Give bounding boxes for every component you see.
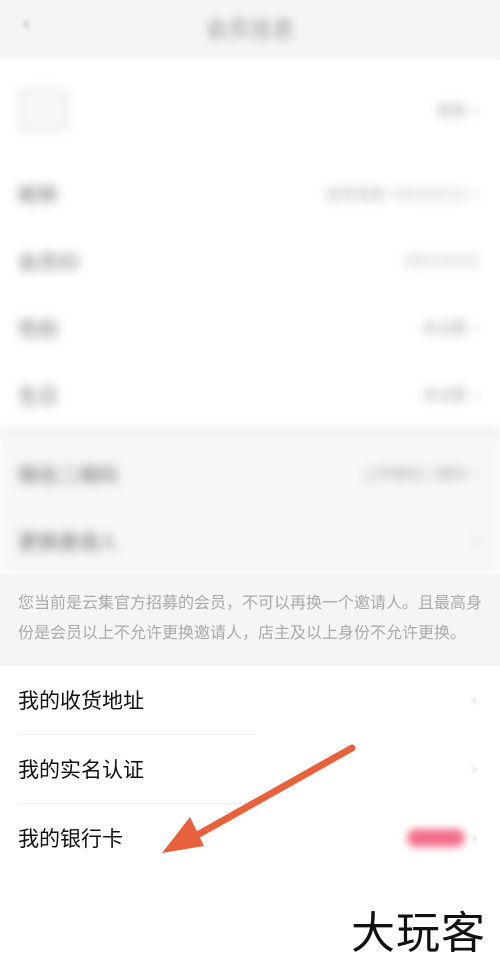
watermark-logo: 大玩客 bbox=[351, 908, 486, 959]
avatar-row[interactable]: 更换 › bbox=[0, 60, 500, 160]
chevron-right-icon: › bbox=[472, 99, 480, 121]
chevron-right-icon: › bbox=[470, 689, 478, 711]
gender-value: 未设置 bbox=[421, 319, 467, 337]
chevron-right-icon: › bbox=[472, 384, 480, 405]
chevron-right-icon: › bbox=[472, 183, 480, 204]
nickname-row[interactable]: 昵称 会员信息 15111111 › bbox=[0, 160, 500, 227]
gender-label: 性别 bbox=[18, 317, 58, 341]
inviter-notice: 您当前是云集官方招募的会员，不可以再换一个邀请人。且最高身份是会员以上不允许更换… bbox=[0, 574, 500, 666]
menu-item-shipping-address[interactable]: 我的收货地址 › bbox=[0, 666, 500, 734]
menu-item-real-name-verification[interactable]: 我的实名认证 › bbox=[0, 735, 500, 803]
member-id-value: 15111111 bbox=[403, 251, 480, 270]
birthday-row[interactable]: 生日 未设置 › bbox=[0, 361, 500, 428]
wechat-qr-value: 上传微信二维码 bbox=[361, 465, 467, 483]
section-gap bbox=[0, 428, 500, 440]
chevron-right-icon: › bbox=[470, 827, 478, 849]
birthday-value: 未设置 bbox=[421, 386, 467, 404]
top-bar: ‹ 会员信息 bbox=[0, 0, 500, 60]
member-id-row: 会员ID 15111111 bbox=[0, 227, 500, 294]
chevron-right-icon: › bbox=[470, 758, 478, 780]
nickname-label: 昵称 bbox=[18, 183, 58, 207]
change-inviter-row[interactable]: 更换邀请人 › bbox=[0, 507, 500, 574]
page-title: 会员信息 bbox=[205, 18, 294, 43]
profile-section: 更换 › 昵称 会员信息 15111111 › 会员ID 15111111 性别… bbox=[0, 60, 500, 428]
chevron-right-icon: › bbox=[472, 463, 480, 484]
change-inviter-label: 更换邀请人 bbox=[18, 530, 118, 554]
avatar-change-text: 更换 bbox=[436, 101, 467, 120]
menu-item-bank-card[interactable]: 我的银行卡 › bbox=[0, 804, 500, 872]
avatar bbox=[18, 88, 68, 132]
wechat-qr-row[interactable]: 微信二维码 上传微信二维码 › bbox=[0, 440, 500, 507]
wechat-qr-label: 微信二维码 bbox=[18, 463, 118, 487]
menu-item-label: 我的银行卡 bbox=[18, 827, 123, 851]
gender-row[interactable]: 性别 未设置 › bbox=[0, 294, 500, 361]
account-section: 微信二维码 上传微信二维码 › 更换邀请人 › bbox=[0, 440, 500, 574]
menu-item-label: 我的实名认证 bbox=[18, 758, 144, 782]
birthday-label: 生日 bbox=[18, 384, 58, 408]
menu-list: 我的收货地址 › 我的实名认证 › 我的银行卡 › bbox=[0, 666, 500, 872]
chevron-right-icon: › bbox=[472, 317, 480, 338]
menu-item-label: 我的收货地址 bbox=[18, 689, 144, 713]
nickname-value: 会员信息 15111111 bbox=[325, 185, 467, 203]
inviter-notice-text: 您当前是云集官方招募的会员，不可以再换一个邀请人。且最高身份是会员以上不允许更换… bbox=[18, 593, 483, 642]
footer-area: 大玩客 bbox=[0, 882, 500, 977]
chevron-right-icon: › bbox=[472, 530, 480, 551]
status-badge bbox=[406, 829, 465, 847]
member-id-label: 会员ID bbox=[18, 250, 80, 274]
